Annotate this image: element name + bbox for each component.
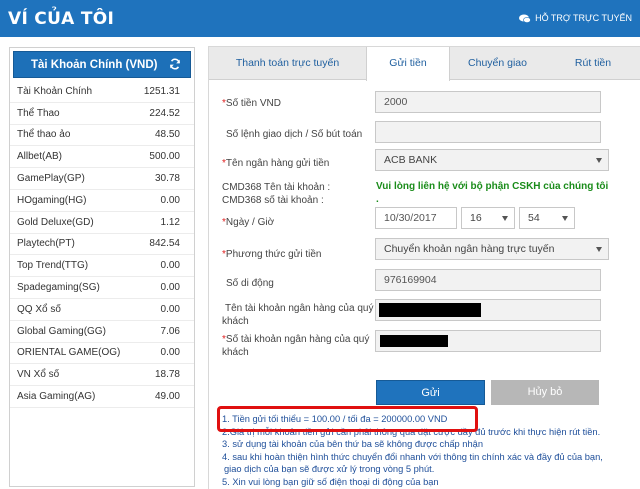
account-balance: 500.00: [149, 151, 180, 163]
account-balance: 0.00: [160, 303, 180, 315]
phone-label: Số di động: [226, 278, 274, 289]
cmd-account-number-label: CMD368 số tài khoản :: [222, 195, 324, 206]
account-row: HOgaming(HG) 0.00: [10, 190, 194, 212]
chevron-down-icon: [502, 216, 508, 221]
rule-line: 5. Xin vui lòng bạn giữ số điện thoại di…: [222, 476, 439, 487]
account-row: ORIENTAL GAME(OG) 0.00: [10, 343, 194, 365]
account-balance: 224.52: [149, 107, 180, 119]
account-balance: 842.54: [149, 238, 180, 250]
account-number-label-line2: khách: [222, 347, 249, 358]
cmd-account-name-label: CMD368 Tên tài khoản :: [222, 182, 331, 193]
account-row: Allbet(AB) 500.00: [10, 146, 194, 169]
top-bar: VÍ CỦA TÔI HỖ TRỢ TRỰC TUYẾN: [0, 0, 640, 37]
account-row: QQ Xổ số 0.00: [10, 299, 194, 321]
account-row: Spadegaming(SG) 0.00: [10, 277, 194, 299]
account-name: ORIENTAL GAME(OG): [17, 347, 121, 359]
account-balance: 7.06: [160, 325, 180, 337]
tab-transfer[interactable]: Chuyển giao: [450, 47, 545, 80]
account-row: Tài Khoản Chính 1251.31: [10, 81, 194, 103]
account-name: QQ Xổ số: [17, 303, 61, 315]
account-name: Thể Thao: [17, 107, 60, 119]
account-name: GamePlay(GP): [17, 173, 85, 185]
tab-bar: Thanh toán trực tuyến Gửi tiền Chuyển gi…: [209, 47, 640, 81]
contact-notice: Vui lòng liên hệ với bộ phận CSKH của ch…: [376, 181, 609, 192]
deposit-method-select[interactable]: Chuyển khoản ngân hàng trực tuyến: [375, 238, 609, 260]
cancel-button[interactable]: Hủy bỏ: [491, 380, 599, 405]
wallet-accounts-panel: Tài Khoản Chính (VND) Tài Khoản Chính 125…: [9, 47, 195, 487]
highlight-annotation: [217, 406, 478, 432]
account-balance: 18.78: [154, 369, 180, 381]
bank-name-label: *Tên ngân hàng gửi tiền: [222, 158, 330, 169]
minute-select[interactable]: 54: [519, 207, 575, 229]
bank-select[interactable]: ACB BANK: [375, 149, 609, 171]
tab-withdraw[interactable]: Rút tiền: [545, 47, 640, 80]
account-balance: 0.00: [160, 347, 180, 359]
account-holder-label-line1: Tên tài khoản ngân hàng của quý: [225, 303, 374, 314]
account-balance: 0.00: [160, 194, 180, 206]
account-balance: 1251.31: [143, 85, 180, 97]
account-row: Thể thao ảo 48.50: [10, 125, 194, 147]
chat-icon: [519, 14, 531, 23]
account-name: Playtech(PT): [17, 238, 75, 250]
account-row: Playtech(PT) 842.54: [10, 234, 194, 256]
account-row: Global Gaming(GG) 7.06: [10, 321, 194, 343]
support-label: HỖ TRỢ TRỰC TUYẾN: [535, 13, 632, 23]
account-balance: 0.00: [160, 282, 180, 294]
redacted-block: [380, 335, 448, 347]
account-row: Asia Gaming(AG) 49.00: [10, 386, 194, 408]
send-button[interactable]: Gửi: [376, 380, 485, 405]
account-balance: 30.78: [154, 173, 180, 185]
page-title: VÍ CỦA TÔI: [8, 9, 115, 29]
datetime-label: *Ngày / Giờ: [222, 217, 275, 228]
date-input[interactable]: 10/30/2017: [375, 207, 457, 229]
account-number-label-line1: *Số tài khoản ngân hàng của quý: [222, 334, 370, 345]
main-account-label: Tài Khoản Chính (VND): [31, 59, 158, 71]
redacted-block: [379, 303, 481, 317]
hour-select[interactable]: 16: [461, 207, 515, 229]
rule-line: 4. sau khi hoàn thiện hình thức chuyển đ…: [222, 451, 603, 462]
account-number-input[interactable]: [375, 330, 601, 352]
amount-input[interactable]: 2000: [375, 91, 601, 113]
account-row: Top Trend(TTG) 0.00: [10, 255, 194, 278]
phone-input[interactable]: 976169904: [375, 269, 601, 291]
deposit-method-label: *Phương thức gửi tiền: [222, 249, 322, 260]
account-holder-label-line2: khách: [222, 316, 249, 327]
account-name: VN Xổ số: [17, 369, 60, 381]
account-name: Top Trend(TTG): [17, 260, 89, 272]
account-name: Gold Deluxe(GD): [17, 216, 94, 228]
chevron-down-icon: [596, 247, 602, 252]
account-name: Allbet(AB): [17, 151, 63, 163]
account-row: Gold Deluxe(GD) 1.12: [10, 212, 194, 234]
account-balance: 0.00: [160, 260, 180, 272]
transaction-number-label: Số lệnh giao dịch / Số bút toán: [226, 129, 363, 140]
tab-online-payment[interactable]: Thanh toán trực tuyến: [209, 47, 366, 80]
account-row: VN Xổ số 18.78: [10, 364, 194, 387]
account-balance: 49.00: [154, 391, 180, 403]
account-name: Asia Gaming(AG): [17, 391, 96, 403]
refresh-icon[interactable]: [169, 58, 181, 70]
account-row: Thể Thao 224.52: [10, 103, 194, 125]
contact-notice-dot: .: [376, 194, 379, 205]
account-balance: 1.12: [160, 216, 180, 228]
account-name: Global Gaming(GG): [17, 325, 106, 337]
account-name: HOgaming(HG): [17, 194, 87, 206]
amount-label: *Số tiền VND: [222, 98, 281, 109]
main-account-header: Tài Khoản Chính (VND): [13, 51, 191, 78]
account-balance: 48.50: [154, 129, 180, 141]
support-link[interactable]: HỖ TRỢ TRỰC TUYẾN: [519, 13, 632, 23]
account-name: Thể thao ảo: [17, 129, 71, 141]
chevron-down-icon: [596, 158, 602, 163]
account-row: GamePlay(GP) 30.78: [10, 168, 194, 190]
chevron-down-icon: [562, 216, 568, 221]
account-name: Spadegaming(SG): [17, 282, 100, 294]
transaction-number-input[interactable]: [375, 121, 601, 143]
rule-line: 3. sử dụng tài khoản của bên thứ ba sẽ k…: [222, 439, 483, 449]
account-holder-input[interactable]: [375, 299, 601, 321]
tab-deposit[interactable]: Gửi tiền: [366, 47, 450, 81]
account-list: Tài Khoản Chính 1251.31 Thể Thao 224.52 Th…: [10, 81, 194, 408]
account-name: Tài Khoản Chính: [17, 85, 93, 97]
rule-line: giao dịch của bạn sẽ được xử lý trong vò…: [224, 464, 435, 474]
